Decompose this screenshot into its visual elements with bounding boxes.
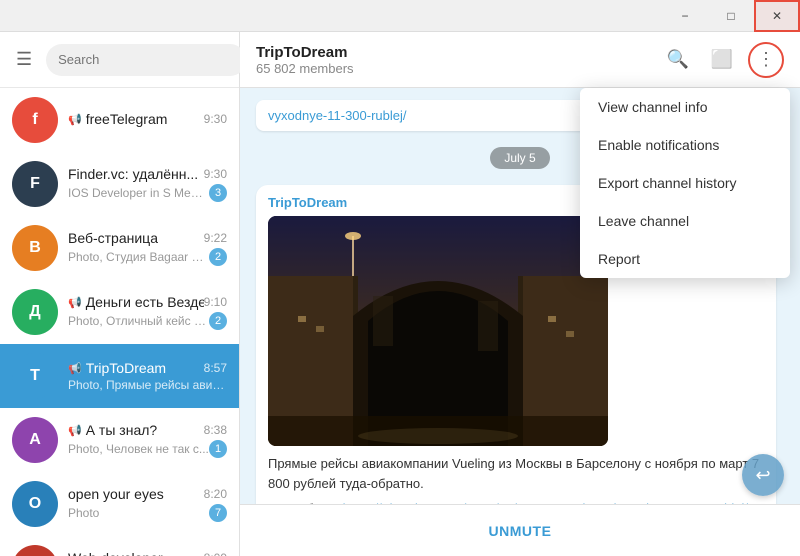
chat-header-name: TripToDream — [256, 44, 648, 61]
chat-top: Finder.vc: удалённ... 9:30 — [68, 166, 227, 182]
menu-item-enable-notifications[interactable]: Enable notifications — [580, 126, 790, 164]
chat-top: Веб-страница 9:22 — [68, 230, 227, 246]
chat-time: 9:22 — [204, 231, 227, 245]
avatar: В — [12, 225, 58, 271]
chat-time: 9:30 — [204, 112, 227, 126]
forward-button[interactable]: ↩ — [742, 454, 784, 496]
sidebar-item-triptodream[interactable]: T 📢 TripToDream 8:57 Photo, Прямые рейсы… — [0, 344, 239, 408]
chat-name: Finder.vc: удалённ... — [68, 166, 198, 182]
avatar: А — [12, 417, 58, 463]
chat-time: 9:10 — [204, 295, 227, 309]
chat-name: Веб-страница — [68, 230, 158, 246]
chat-name: open your eyes — [68, 486, 164, 502]
app-body: ☰ 🔒 f 📢 freeTelegram 9:30 — [0, 32, 800, 556]
chat-time: 9:30 — [204, 167, 227, 181]
bookmarks-button[interactable]: ⬜ — [704, 42, 740, 78]
top-message-link[interactable]: vyxodnye-11-300-rublej/ — [268, 108, 407, 123]
chat-info: 📢 freeTelegram 9:30 — [68, 111, 227, 129]
avatar: O — [12, 481, 58, 527]
chat-info: Веб-страница 9:22 Photo, Студия Bagaar с… — [68, 230, 227, 266]
message-text: Прямые рейсы авиакомпании Vueling из Мос… — [268, 454, 764, 493]
chat-top: 📢 freeTelegram 9:30 — [68, 111, 227, 127]
channel-icon: 📢 — [68, 296, 82, 309]
chat-name: 📢 TripToDream — [68, 360, 166, 376]
chat-preview: Photo, Человек не так с... 1 — [68, 440, 227, 458]
menu-item-leave-channel[interactable]: Leave channel — [580, 202, 790, 240]
sidebar-item-freetelegram[interactable]: f 📢 freeTelegram 9:30 — [0, 88, 239, 152]
chat-name: Web-developer — [68, 550, 163, 556]
sidebar-item-webpage[interactable]: В Веб-страница 9:22 Photo, Студия Bagaar… — [0, 216, 239, 280]
chat-name: 📢 А ты знал? — [68, 422, 157, 438]
chat-info: 📢 А ты знал? 8:38 Photo, Человек не так … — [68, 422, 227, 458]
sidebar-item-money[interactable]: Д 📢 Деньги есть Везде 9:10 Photo, Отличн… — [0, 280, 239, 344]
titlebar: − □ ✕ — [0, 0, 800, 32]
unread-badge: 2 — [209, 248, 227, 266]
bottom-bar: UNMUTE — [240, 504, 800, 556]
sidebar: ☰ 🔒 f 📢 freeTelegram 9:30 — [0, 32, 240, 556]
chat-header: TripToDream 65 802 members 🔍 ⬜ ⋮ — [240, 32, 800, 88]
channel-icon: 📢 — [68, 424, 82, 437]
unread-badge: 3 — [209, 184, 227, 202]
chat-info: Web-developer 8:09 Photo, Editor: Sublim… — [68, 550, 227, 556]
chat-top: 📢 А ты знал? 8:38 — [68, 422, 227, 438]
unmute-button[interactable]: UNMUTE — [489, 523, 552, 539]
chat-preview: Photo, Отличный кейс д... 2 — [68, 312, 227, 330]
chat-top: 📢 Деньги есть Везде 9:10 — [68, 294, 227, 310]
chat-top: 📢 TripToDream 8:57 — [68, 360, 227, 376]
sidebar-header: ☰ 🔒 — [0, 32, 239, 88]
chat-header-members: 65 802 members — [256, 61, 648, 76]
menu-item-export-channel-history[interactable]: Export channel history — [580, 164, 790, 202]
main-content: TripToDream 65 802 members 🔍 ⬜ ⋮ vyxodny… — [240, 32, 800, 556]
unread-badge: 2 — [209, 312, 227, 330]
message-image — [268, 216, 608, 446]
chat-top: open your eyes 8:20 — [68, 486, 227, 502]
menu-item-view-channel-info[interactable]: View channel info — [580, 88, 790, 126]
date-pill: July 5 — [490, 147, 549, 169]
chat-time: 8:20 — [204, 487, 227, 501]
channel-icon: 📢 — [68, 362, 82, 375]
context-menu: View channel infoEnable notificationsExp… — [580, 88, 790, 278]
avatar: F — [12, 161, 58, 207]
chat-info: 📢 Деньги есть Везде 9:10 Photo, Отличный… — [68, 294, 227, 330]
avatar: f — [12, 97, 58, 143]
minimize-button[interactable]: − — [662, 0, 708, 32]
sidebar-item-atyuznal[interactable]: А 📢 А ты знал? 8:38 Photo, Человек не та… — [0, 408, 239, 472]
search-input[interactable] — [46, 44, 246, 76]
more-options-button[interactable]: ⋮ — [748, 42, 784, 78]
header-actions: 🔍 ⬜ ⋮ — [660, 42, 784, 78]
chat-info: open your eyes 8:20 Photo 7 — [68, 486, 227, 522]
sidebar-item-findervc[interactable]: F Finder.vc: удалённ... 9:30 IOS Develop… — [0, 152, 239, 216]
maximize-button[interactable]: □ — [708, 0, 754, 32]
unread-badge: 7 — [209, 504, 227, 522]
chat-preview: Photo, Студия Bagaar со... 2 — [68, 248, 227, 266]
sidebar-item-webdeveloper[interactable]: W Web-developer 8:09 Photo, Editor: Subl… — [0, 536, 239, 556]
chat-time: 8:38 — [204, 423, 227, 437]
chat-top: Web-developer 8:09 — [68, 550, 227, 556]
avatar: Д — [12, 289, 58, 335]
chat-info: 📢 TripToDream 8:57 Photo, Прямые рейсы а… — [68, 360, 227, 392]
hamburger-icon[interactable]: ☰ — [12, 45, 36, 74]
channel-icon: 📢 — [68, 113, 82, 126]
chat-name: 📢 freeTelegram — [68, 111, 167, 127]
unread-badge: 1 — [209, 440, 227, 458]
chat-header-info: TripToDream 65 802 members — [256, 44, 648, 76]
avatar: W — [12, 545, 58, 556]
chat-preview: Photo, Прямые рейсы авиа... — [68, 378, 227, 392]
search-button[interactable]: 🔍 — [660, 42, 696, 78]
chat-time: 8:09 — [204, 551, 227, 556]
chat-name: 📢 Деньги есть Везде — [68, 294, 204, 310]
sidebar-item-openyoureyes[interactable]: O open your eyes 8:20 Photo 7 — [0, 472, 239, 536]
menu-item-report[interactable]: Report — [580, 240, 790, 278]
chat-preview: Photo 7 — [68, 504, 227, 522]
chat-list: f 📢 freeTelegram 9:30 F — [0, 88, 239, 556]
chat-preview: IOS Developer in S Media ... 3 — [68, 184, 227, 202]
chat-time: 8:57 — [204, 361, 227, 375]
avatar: T — [12, 353, 58, 399]
chat-info: Finder.vc: удалённ... 9:30 IOS Developer… — [68, 166, 227, 202]
close-button[interactable]: ✕ — [754, 0, 800, 32]
